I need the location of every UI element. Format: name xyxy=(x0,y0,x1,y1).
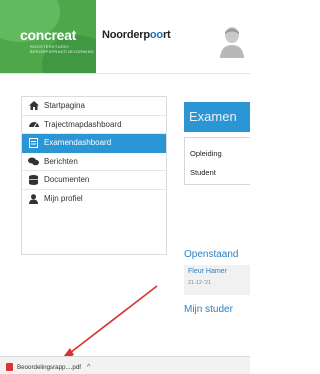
chevron-up-icon[interactable]: ^ xyxy=(87,364,90,371)
sidebar-item-label: Mijn profiel xyxy=(44,194,83,204)
sidebar-item-label: Trajectmapdashboard xyxy=(44,119,122,129)
page-title: Examen xyxy=(189,109,237,124)
dashboard-icon xyxy=(28,119,39,130)
info-label-student: Student xyxy=(190,168,216,177)
section-title-mijn-studenten: Mijn studer xyxy=(184,304,233,315)
sidebar-item-examendashboard[interactable]: Examendashboard xyxy=(22,134,166,153)
sidebar-item-label: Berichten xyxy=(44,156,78,166)
sidebar-item-trajectmapdashboard[interactable]: Trajectmapdashboard xyxy=(22,116,166,134)
user-icon xyxy=(28,193,39,204)
info-label-opleiding: Opleiding xyxy=(190,149,222,158)
list-item-name[interactable]: Fleur Hamer xyxy=(188,268,227,275)
download-bar: Beoordelingsrapp....pdf ^ xyxy=(0,356,250,374)
logo-subtext: ROOSTERSTUDIO · BEROEPSPRAKTIJKVORMING xyxy=(30,44,95,54)
school-logo: Noorderpoort xyxy=(102,29,171,41)
annotation-arrow xyxy=(60,285,158,361)
school-logo-accent: oo xyxy=(149,29,163,41)
sidebar-item-documenten[interactable]: Documenten xyxy=(22,171,166,190)
concreat-logo[interactable]: concreat ROOSTERSTUDIO · BEROEPSPRAKTIJK… xyxy=(0,0,96,73)
sidebar-item-label: Startpagina xyxy=(44,101,85,111)
sidebar-item-mijn-profiel[interactable]: Mijn profiel xyxy=(22,190,166,209)
avatar[interactable] xyxy=(219,24,245,58)
header: concreat ROOSTERSTUDIO · BEROEPSPRAKTIJK… xyxy=(0,0,250,74)
pdf-icon xyxy=(6,363,13,371)
app-frame: concreat ROOSTERSTUDIO · BEROEPSPRAKTIJK… xyxy=(0,0,250,374)
sidebar-item-label: Examendashboard xyxy=(44,138,112,148)
sidebar-item-berichten[interactable]: Berichten xyxy=(22,153,166,171)
list-item-date: 21-12-'21 xyxy=(188,280,212,286)
download-item[interactable]: Beoordelingsrapp....pdf ^ xyxy=(6,361,90,373)
download-file-name[interactable]: Beoordelingsrapp....pdf xyxy=(17,364,81,371)
messages-icon xyxy=(28,156,39,167)
school-logo-part2: rt xyxy=(162,29,171,41)
documents-icon xyxy=(28,174,39,185)
sidebar-menu: Startpagina Trajectmapdashboard Examenda… xyxy=(21,96,167,255)
exam-icon xyxy=(28,137,39,148)
sidebar-item-startpagina[interactable]: Startpagina xyxy=(22,97,166,116)
section-title-openstaand: Openstaand xyxy=(184,249,239,260)
sidebar-item-label: Documenten xyxy=(44,175,90,185)
exam-info-box xyxy=(184,137,250,185)
school-logo-part1: Noorderp xyxy=(102,29,150,41)
home-icon xyxy=(28,100,39,111)
logo-text: concreat xyxy=(20,27,76,43)
